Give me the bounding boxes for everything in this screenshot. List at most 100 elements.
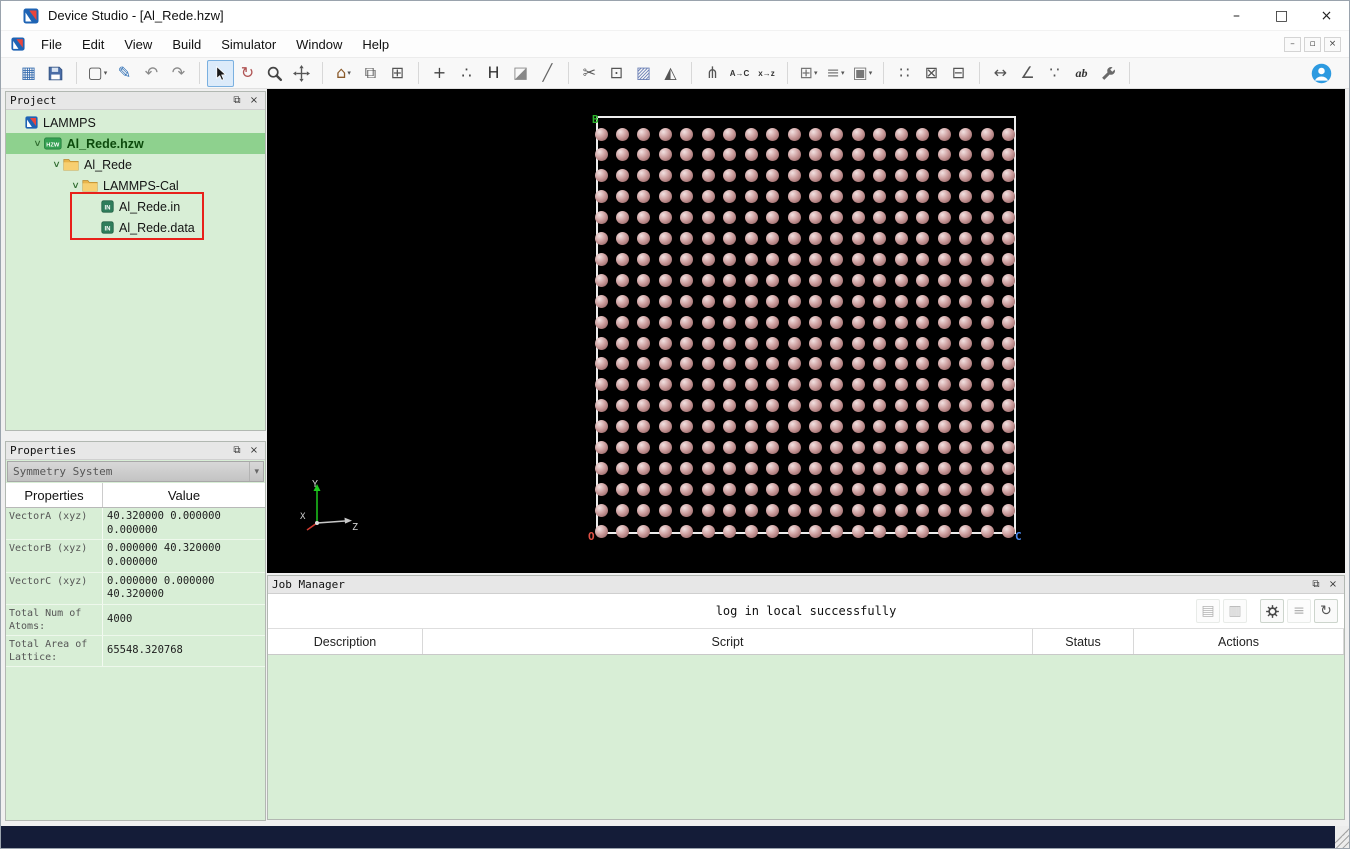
toolbar-separator xyxy=(787,62,788,84)
save-icon[interactable] xyxy=(42,60,69,87)
toolbar: ▦ ▢▾✎↶↷ ↻ ⌂▾⧉⊞ +∴H◪╱ ✂⊡▨◭ ⋔A→Cx→z ⊞▾≡▾▣▾ ∷⊠⊟ ↔∠∵a… xyxy=(1,58,1349,89)
supercell-icon[interactable]: ⧉ xyxy=(357,60,384,87)
add-atom-icon[interactable]: + xyxy=(426,60,453,87)
job-status-bar: log in local successfully ▤▥≡↻ xyxy=(268,594,1344,629)
titlebar: Device Studio - [Al_Rede.hzw] –□× xyxy=(1,1,1349,31)
fragment-tree-icon[interactable]: ⋔ xyxy=(699,60,726,87)
dropdown-caret-icon: ▾ xyxy=(347,69,351,77)
menu-view[interactable]: View xyxy=(114,31,162,57)
tree-item-al_rede[interactable]: ∨ Al_Rede xyxy=(6,154,265,175)
project-panel-buttons: ⧉× xyxy=(230,94,261,108)
vector-xyz-icon[interactable]: x→z xyxy=(753,60,780,87)
delete-atom-icon[interactable]: ◪ xyxy=(507,60,534,87)
copy-cell-icon[interactable]: ⊡ xyxy=(603,60,630,87)
project-panel-close-button[interactable]: × xyxy=(247,94,261,108)
redo-icon[interactable]: ↷ xyxy=(165,60,192,87)
vector-abc-icon[interactable]: A→C xyxy=(726,60,753,87)
tree-item-lammps[interactable]: ∨LAMMPS xyxy=(6,112,265,133)
toolbar-separator xyxy=(76,62,77,84)
periodic-table-icon[interactable]: ▦ xyxy=(15,60,42,87)
measure-cluster-icon[interactable]: ∵ xyxy=(1041,60,1068,87)
mdi-minimize-button[interactable]: – xyxy=(1284,37,1301,52)
lattice-tool-icon[interactable]: ⊟ xyxy=(945,60,972,87)
structure-viewport[interactable]: BCO YZX xyxy=(267,89,1345,573)
column-header-description: Description xyxy=(268,629,423,654)
toolbar-separator xyxy=(322,62,323,84)
properties-panel-close-button[interactable]: × xyxy=(247,444,261,458)
property-name: Total Num of Atoms: xyxy=(6,605,103,635)
app-logo-icon xyxy=(23,8,39,24)
toolbar-separator xyxy=(418,62,419,84)
rotate-view-icon[interactable]: ↻ xyxy=(234,60,261,87)
user-avatar-icon[interactable] xyxy=(1308,60,1335,87)
menu-help[interactable]: Help xyxy=(352,31,399,57)
job-manager-float-button[interactable]: ⧉ xyxy=(1309,578,1323,592)
select-cursor-icon[interactable] xyxy=(207,60,234,87)
expander-icon[interactable]: ∨ xyxy=(67,181,84,191)
job-queue-button[interactable]: ▤ xyxy=(1196,599,1220,623)
cluster-tool-icon[interactable]: ∷ xyxy=(891,60,918,87)
column-header-value: Value xyxy=(103,483,265,507)
tree-item-label: LAMMPS-Cal xyxy=(103,179,179,193)
column-header-properties: Properties xyxy=(6,483,103,507)
build-cell-icon[interactable]: ▣▾ xyxy=(849,60,876,87)
project-panel-float-button[interactable]: ⧉ xyxy=(230,94,244,108)
minimize-button[interactable]: – xyxy=(1214,1,1259,30)
job-settings-button[interactable] xyxy=(1260,599,1284,623)
dropdown-caret-icon: ▾ xyxy=(814,69,818,77)
properties-panel-float-button[interactable]: ⧉ xyxy=(230,444,244,458)
tree-item-al_rede.hzw[interactable]: ∨HZWAl_Rede.hzw xyxy=(6,133,265,154)
toolbar-separator xyxy=(568,62,569,84)
build-crystal-icon[interactable]: ⊞▾ xyxy=(795,60,822,87)
supercell-tool-icon[interactable]: ⊠ xyxy=(918,60,945,87)
split-window-icon[interactable]: ⊞ xyxy=(384,60,411,87)
menu-build[interactable]: Build xyxy=(162,31,211,57)
resize-grip[interactable] xyxy=(1335,826,1349,848)
add-fragment-icon[interactable]: ∴ xyxy=(453,60,480,87)
job-manager-close-button[interactable]: × xyxy=(1326,578,1340,592)
property-value: 65548.320768 xyxy=(103,636,265,666)
properties-panel-header: Properties ⧉× xyxy=(6,442,265,460)
edit-structure-icon[interactable]: ✎ xyxy=(111,60,138,87)
toolbar-separator xyxy=(1129,62,1130,84)
tree-item-label: Al_Rede xyxy=(84,158,132,172)
menu-file[interactable]: File xyxy=(31,31,72,57)
symmetry-system-dropdown[interactable]: Symmetry System ▾ xyxy=(7,461,264,482)
mirror-icon[interactable]: ◭ xyxy=(657,60,684,87)
zoom-view-icon[interactable] xyxy=(261,60,288,87)
mdi-restore-button[interactable]: ▫ xyxy=(1304,37,1321,52)
menu-simulator[interactable]: Simulator xyxy=(211,31,286,57)
home-view-icon[interactable]: ⌂▾ xyxy=(330,60,357,87)
cut-cell-icon[interactable]: ✂ xyxy=(576,60,603,87)
menu-edit[interactable]: Edit xyxy=(72,31,114,57)
properties-panel-title: Properties xyxy=(10,444,76,457)
build-layer-icon[interactable]: ≡▾ xyxy=(822,60,849,87)
job-save-button[interactable]: ▥ xyxy=(1223,599,1247,623)
pan-view-icon[interactable] xyxy=(288,60,315,87)
column-header-actions: Actions xyxy=(1134,629,1344,654)
toolbar-separator xyxy=(691,62,692,84)
expander-icon[interactable]: ∨ xyxy=(29,139,46,149)
properties-table-header: Properties Value xyxy=(6,483,265,508)
label-ab-icon[interactable]: ab xyxy=(1068,60,1095,87)
maximize-button[interactable]: □ xyxy=(1259,1,1304,30)
mdi-close-button[interactable]: × xyxy=(1324,37,1341,52)
new-file-icon[interactable]: ▢▾ xyxy=(84,60,111,87)
expander-icon[interactable]: ∨ xyxy=(48,160,65,170)
menu-window[interactable]: Window xyxy=(286,31,352,57)
add-hydrogen-icon[interactable]: H xyxy=(480,60,507,87)
property-name: Total Area of Lattice: xyxy=(6,636,103,666)
add-bond-icon[interactable]: ╱ xyxy=(534,60,561,87)
close-button[interactable]: × xyxy=(1304,1,1349,30)
svg-text:HZW: HZW xyxy=(46,142,60,148)
property-value: 4000 xyxy=(103,605,265,635)
measure-angle-icon[interactable]: ∠ xyxy=(1014,60,1041,87)
job-tools-button[interactable]: ≡ xyxy=(1287,599,1311,623)
menubar: FileEditViewBuildSimulatorWindowHelp –▫× xyxy=(1,31,1349,58)
edit-plane-icon[interactable]: ▨ xyxy=(630,60,657,87)
job-refresh-button[interactable]: ↻ xyxy=(1314,599,1338,623)
measure-distance-icon[interactable]: ↔ xyxy=(987,60,1014,87)
preferences-wrench-icon[interactable] xyxy=(1095,60,1122,87)
undo-icon[interactable]: ↶ xyxy=(138,60,165,87)
statusbar xyxy=(1,826,1349,848)
